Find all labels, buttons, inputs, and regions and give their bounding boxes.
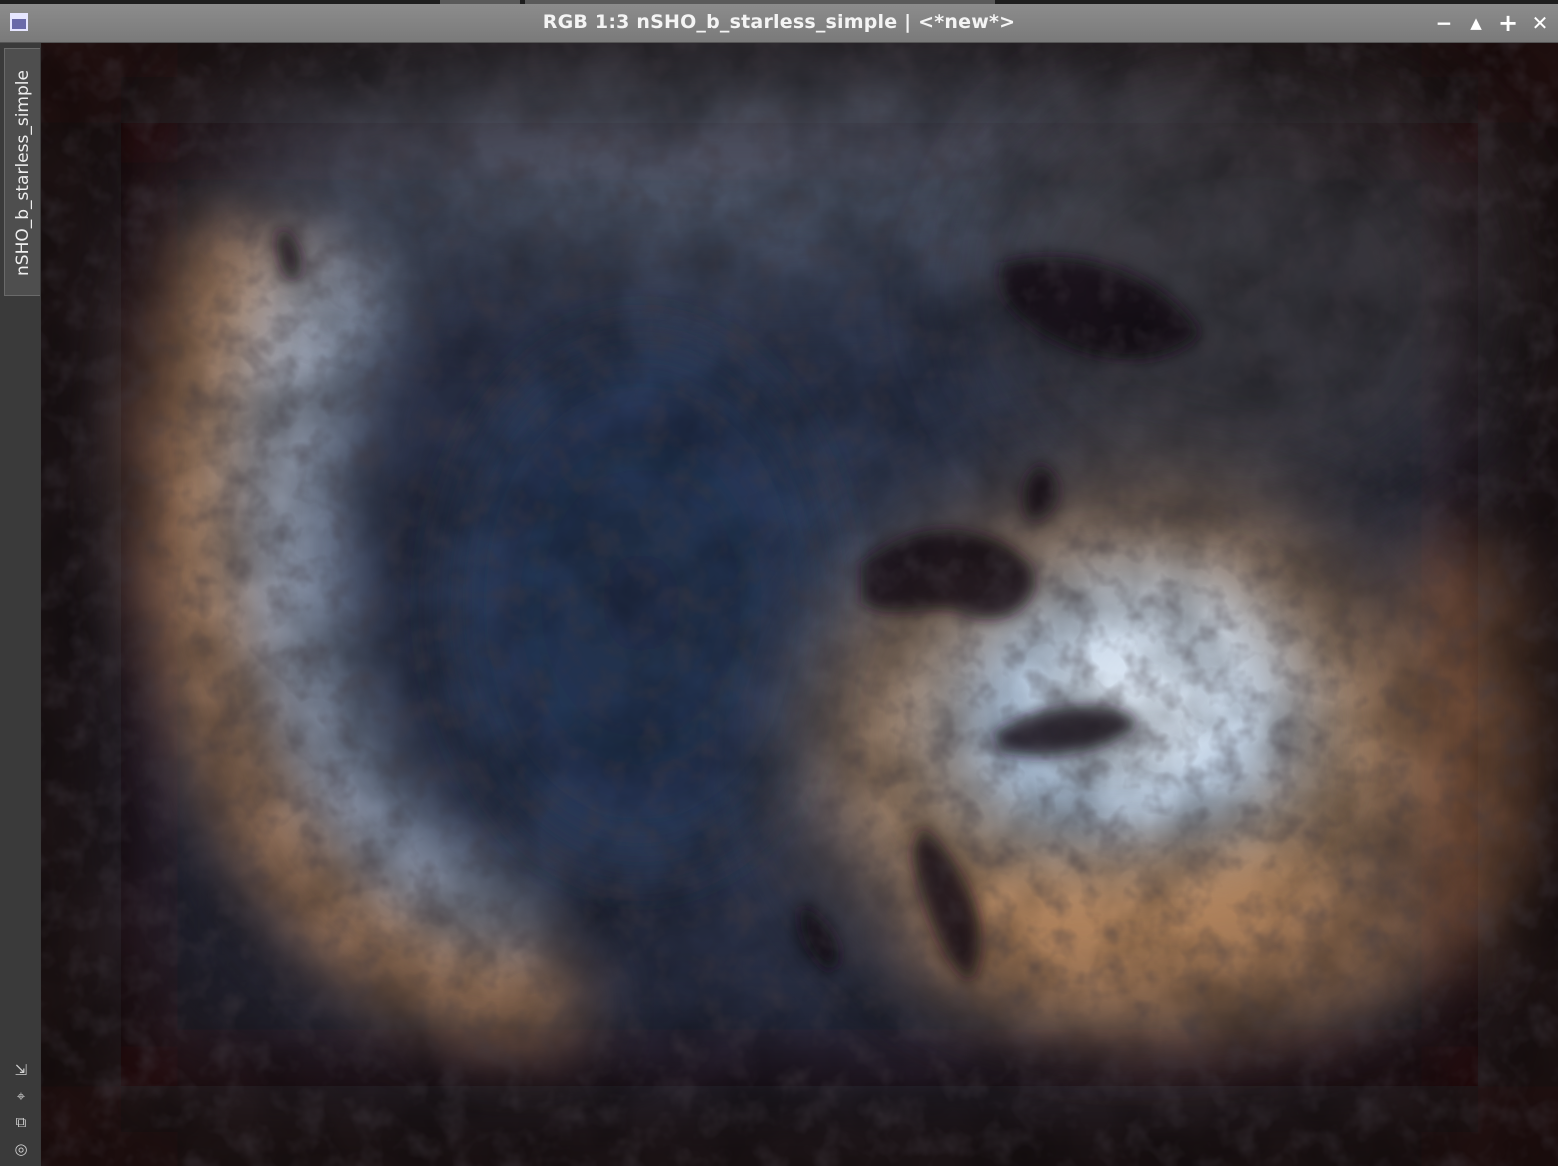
- image-window: RGB 1:3 nSHO_b_starless_simple | <*new*>…: [0, 0, 1558, 1166]
- close-icon: ✕: [1531, 11, 1549, 35]
- view-identifier-label: nSHO_b_starless_simple: [13, 70, 33, 276]
- minimize-icon: −: [1435, 11, 1453, 35]
- shade-icon: ▲: [1470, 14, 1482, 32]
- title-bar[interactable]: RGB 1:3 nSHO_b_starless_simple | <*new*>…: [0, 4, 1558, 43]
- target-icon[interactable]: ◎: [12, 1140, 30, 1158]
- window-title: RGB 1:3 nSHO_b_starless_simple | <*new*>: [542, 11, 1016, 33]
- maximize-button[interactable]: +: [1497, 9, 1519, 37]
- nebula-image: [41, 43, 1558, 1166]
- maximize-icon: +: [1497, 9, 1519, 37]
- resize-tool-icon[interactable]: ⇲: [12, 1061, 30, 1079]
- minimize-button[interactable]: −: [1433, 12, 1455, 34]
- fit-view-icon[interactable]: ⌖: [12, 1087, 30, 1105]
- view-identifier-tab[interactable]: nSHO_b_starless_simple: [4, 48, 40, 296]
- image-viewport[interactable]: [41, 43, 1558, 1166]
- shade-button[interactable]: ▲: [1465, 12, 1487, 34]
- close-button[interactable]: ✕: [1529, 12, 1551, 34]
- clone-view-icon[interactable]: ⧉: [12, 1113, 30, 1131]
- view-sidebar: nSHO_b_starless_simple ⇲ ⌖ ⧉ ◎: [0, 43, 41, 1166]
